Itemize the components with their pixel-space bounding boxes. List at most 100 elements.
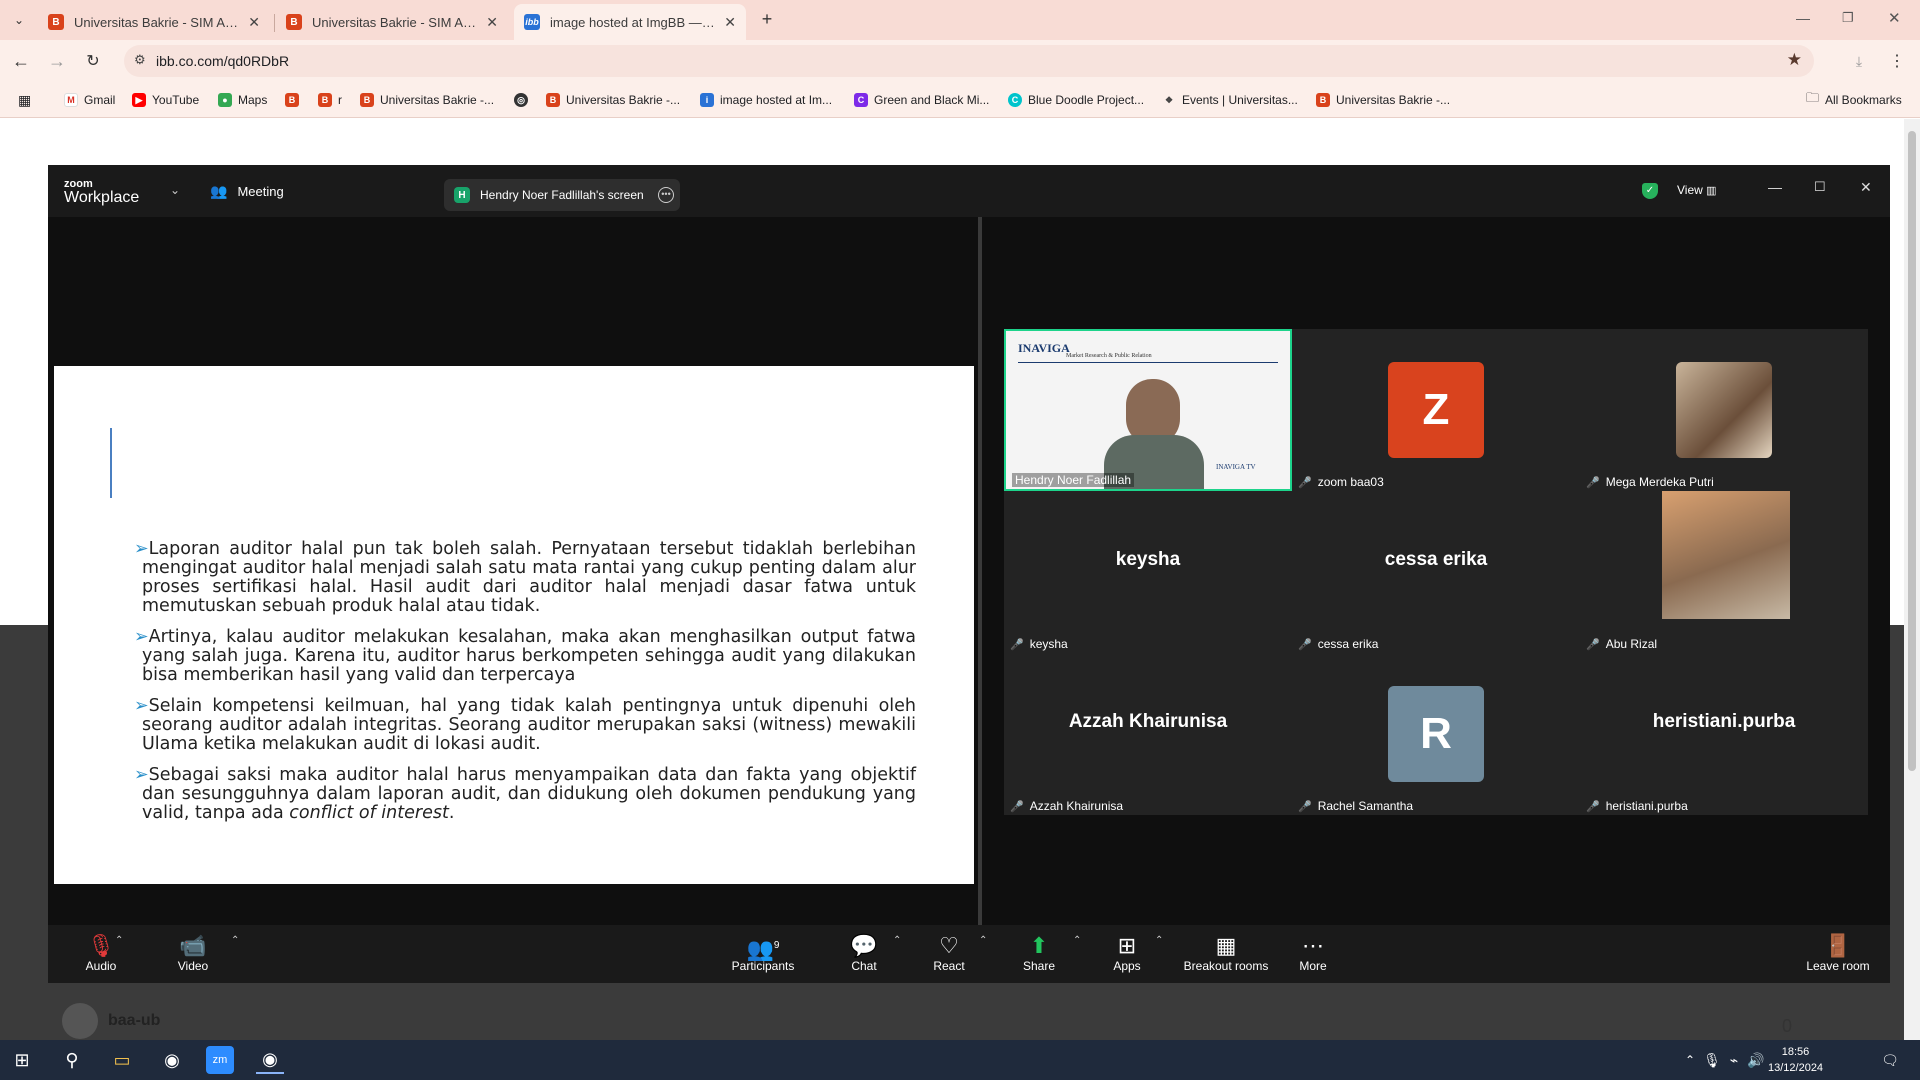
- participant-tile-speaker[interactable]: INAVIGA Market Research & Public Relatio…: [1004, 329, 1292, 491]
- windows-start-icon[interactable]: ⊞: [8, 1046, 36, 1074]
- bookmark-r[interactable]: Br: [318, 90, 342, 110]
- download-icon[interactable]: ⤓: [1846, 48, 1872, 74]
- chevron-up-icon: ⌃: [1155, 935, 1164, 946]
- participant-tile[interactable]: 🎤 Mega Merdeka Putri: [1580, 329, 1868, 491]
- participant-tile[interactable]: 🎤 Abu Rizal: [1580, 491, 1868, 653]
- site-info-icon[interactable]: ⚙: [134, 52, 146, 68]
- minimize-icon[interactable]: —: [1796, 10, 1810, 26]
- people-icon: 👥: [210, 183, 228, 199]
- file-explorer-icon[interactable]: ▭: [108, 1046, 136, 1074]
- chevron-up-icon: ⌃: [1073, 935, 1082, 946]
- browser-tab-2[interactable]: B Universitas Bakrie - SIM Akaden ✕: [276, 4, 508, 40]
- slide-bullet: ➢Laporan auditor halal pun tak boleh sal…: [134, 539, 916, 616]
- chevron-up-icon: ⌃: [893, 935, 902, 946]
- more-icon[interactable]: •••: [658, 187, 674, 203]
- restore-icon[interactable]: ❐: [1842, 10, 1854, 26]
- bookmark-ub-2[interactable]: B Universitas Bakrie -...: [546, 90, 680, 110]
- avatar: [62, 1003, 98, 1039]
- bookmark-star-icon[interactable]: ★: [1787, 50, 1802, 70]
- bookmark-ub-1[interactable]: B Universitas Bakrie -...: [360, 90, 494, 110]
- share-button[interactable]: ⬆ Share: [994, 933, 1084, 973]
- youtube-icon: ▶: [132, 93, 146, 107]
- participant-tile[interactable]: Azzah Khairunisa 🎤 Azzah Khairunisa: [1004, 653, 1292, 815]
- zoom-app-icon[interactable]: zm: [206, 1046, 234, 1074]
- close-icon[interactable]: ✕: [486, 14, 498, 31]
- all-bookmarks[interactable]: 🗀 All Bookmarks: [1806, 90, 1902, 110]
- more-icon: ⋯: [1302, 933, 1324, 958]
- tray-volume-icon[interactable]: 🔊: [1742, 1046, 1770, 1074]
- reload-icon[interactable]: ↻: [80, 48, 106, 74]
- close-icon[interactable]: ✕: [1860, 179, 1872, 196]
- avatar: [1662, 491, 1790, 619]
- search-icon[interactable]: ⚲: [58, 1046, 86, 1074]
- zoom-logo: zoom Workplace: [64, 178, 140, 206]
- tab-search-icon[interactable]: ⌄: [6, 7, 32, 33]
- bookmark-ub-3[interactable]: B Universitas Bakrie -...: [1316, 90, 1450, 110]
- view-button[interactable]: View ▥: [1677, 183, 1717, 197]
- events-icon: ❖: [1162, 93, 1176, 107]
- bookmark-events[interactable]: ❖ Events | Universitas...: [1162, 90, 1298, 110]
- close-icon[interactable]: ✕: [248, 14, 260, 31]
- shield-icon[interactable]: ✓: [1642, 183, 1658, 199]
- arrow-bullet-icon: ➢: [134, 696, 149, 716]
- tab-title: Universitas Bakrie - SIM Akaden: [74, 14, 240, 30]
- globe-icon: ◎: [514, 93, 528, 107]
- arrow-bullet-icon: ➢: [134, 539, 149, 559]
- speaker-banner-logo: INAVIGA: [1018, 341, 1070, 355]
- leave-room-button[interactable]: 🚪 Leave room: [1788, 933, 1888, 973]
- back-icon[interactable]: ←: [8, 48, 34, 74]
- system-clock[interactable]: 18:56 13/12/2024: [1768, 1044, 1823, 1076]
- bookmark-canva-2[interactable]: C Blue Doodle Project...: [1008, 90, 1144, 110]
- tab-title: Universitas Bakrie - SIM Akaden: [312, 14, 478, 30]
- participants-count: 9: [773, 940, 780, 951]
- bookmark-ub-icon[interactable]: B: [285, 90, 305, 110]
- mic-muted-icon: 🎤: [1298, 800, 1312, 813]
- participant-tile[interactable]: cessa erika 🎤 cessa erika: [1292, 491, 1580, 653]
- sharer-avatar: H: [454, 187, 470, 203]
- browser-toolbar: ← → ↻ ⚙ ibb.co.com/qd0RDbR ★ ⤓ ⋮: [0, 40, 1920, 82]
- participant-tile[interactable]: heristiani.purba 🎤 heristiani.purba: [1580, 653, 1868, 815]
- chrome-icon[interactable]: ◉: [158, 1046, 186, 1074]
- chrome-active-icon[interactable]: ◉: [256, 1046, 284, 1074]
- minimize-icon[interactable]: —: [1768, 179, 1782, 195]
- windows-taskbar: ⊞ ⚲ ▭ ◉ zm ◉ ⌃ 🎙 ⌁ 🔊 18:56 13/12/2024 🗨: [0, 1040, 1920, 1080]
- browser-tab-3[interactable]: ibb image hosted at ImgBB — Imgl ✕: [514, 4, 746, 40]
- forward-icon[interactable]: →: [44, 48, 70, 74]
- participant-tile[interactable]: keysha 🎤 keysha: [1004, 491, 1292, 653]
- video-button[interactable]: 📹 Video: [148, 933, 238, 973]
- bookmark-canva-1[interactable]: C Green and Black Mi...: [854, 90, 989, 110]
- ub-favicon-icon: B: [1316, 93, 1330, 107]
- close-window-icon[interactable]: ✕: [1888, 9, 1901, 27]
- bookmark-imgbb[interactable]: i image hosted at Im...: [700, 90, 832, 110]
- tab-title: image hosted at ImgBB — Imgl: [550, 14, 717, 30]
- split-divider[interactable]: [978, 217, 982, 925]
- participants-button[interactable]: 👥9 Participants: [710, 933, 816, 973]
- chevron-down-icon[interactable]: ⌄: [170, 183, 180, 197]
- participant-tile[interactable]: R 🎤 Rachel Samantha: [1292, 653, 1580, 815]
- ub-favicon-icon: B: [318, 93, 332, 107]
- new-tab-icon[interactable]: +: [754, 6, 780, 32]
- address-bar[interactable]: ⚙ ibb.co.com/qd0RDbR ★: [124, 45, 1814, 77]
- slide-accent-bar: [110, 428, 112, 498]
- bookmark-globe[interactable]: ◎: [514, 90, 534, 110]
- audio-button[interactable]: 🎙 Audio: [56, 933, 146, 973]
- more-button[interactable]: ⋯ More: [1268, 933, 1358, 973]
- page-scrollbar[interactable]: [1904, 119, 1920, 1040]
- mic-muted-icon: 🎤: [1298, 476, 1312, 489]
- meeting-info-button[interactable]: 👥 Meeting: [210, 183, 284, 200]
- apps-grid-icon[interactable]: ▦: [18, 90, 31, 110]
- bookmark-youtube[interactable]: ▶ YouTube: [132, 90, 199, 110]
- notifications-icon[interactable]: 🗨: [1876, 1046, 1904, 1074]
- share-screen-indicator[interactable]: H Hendry Noer Fadlillah's screen •••: [444, 179, 680, 211]
- menu-icon[interactable]: ⋮: [1884, 48, 1910, 74]
- close-icon[interactable]: ✕: [724, 14, 736, 31]
- participants-icon: 👥9: [746, 936, 780, 962]
- gmail-icon: M: [64, 93, 78, 107]
- maximize-icon[interactable]: ☐: [1814, 179, 1826, 195]
- url-text: ibb.co.com/qd0RDbR: [156, 53, 290, 69]
- bookmark-gmail[interactable]: M Gmail: [64, 90, 115, 110]
- participant-tile[interactable]: Z 🎤 zoom baa03: [1292, 329, 1580, 491]
- participant-name: heristiani.purba: [1605, 799, 1688, 813]
- bookmark-maps[interactable]: ● Maps: [218, 90, 267, 110]
- browser-tab-1[interactable]: B Universitas Bakrie - SIM Akaden ✕: [38, 4, 270, 40]
